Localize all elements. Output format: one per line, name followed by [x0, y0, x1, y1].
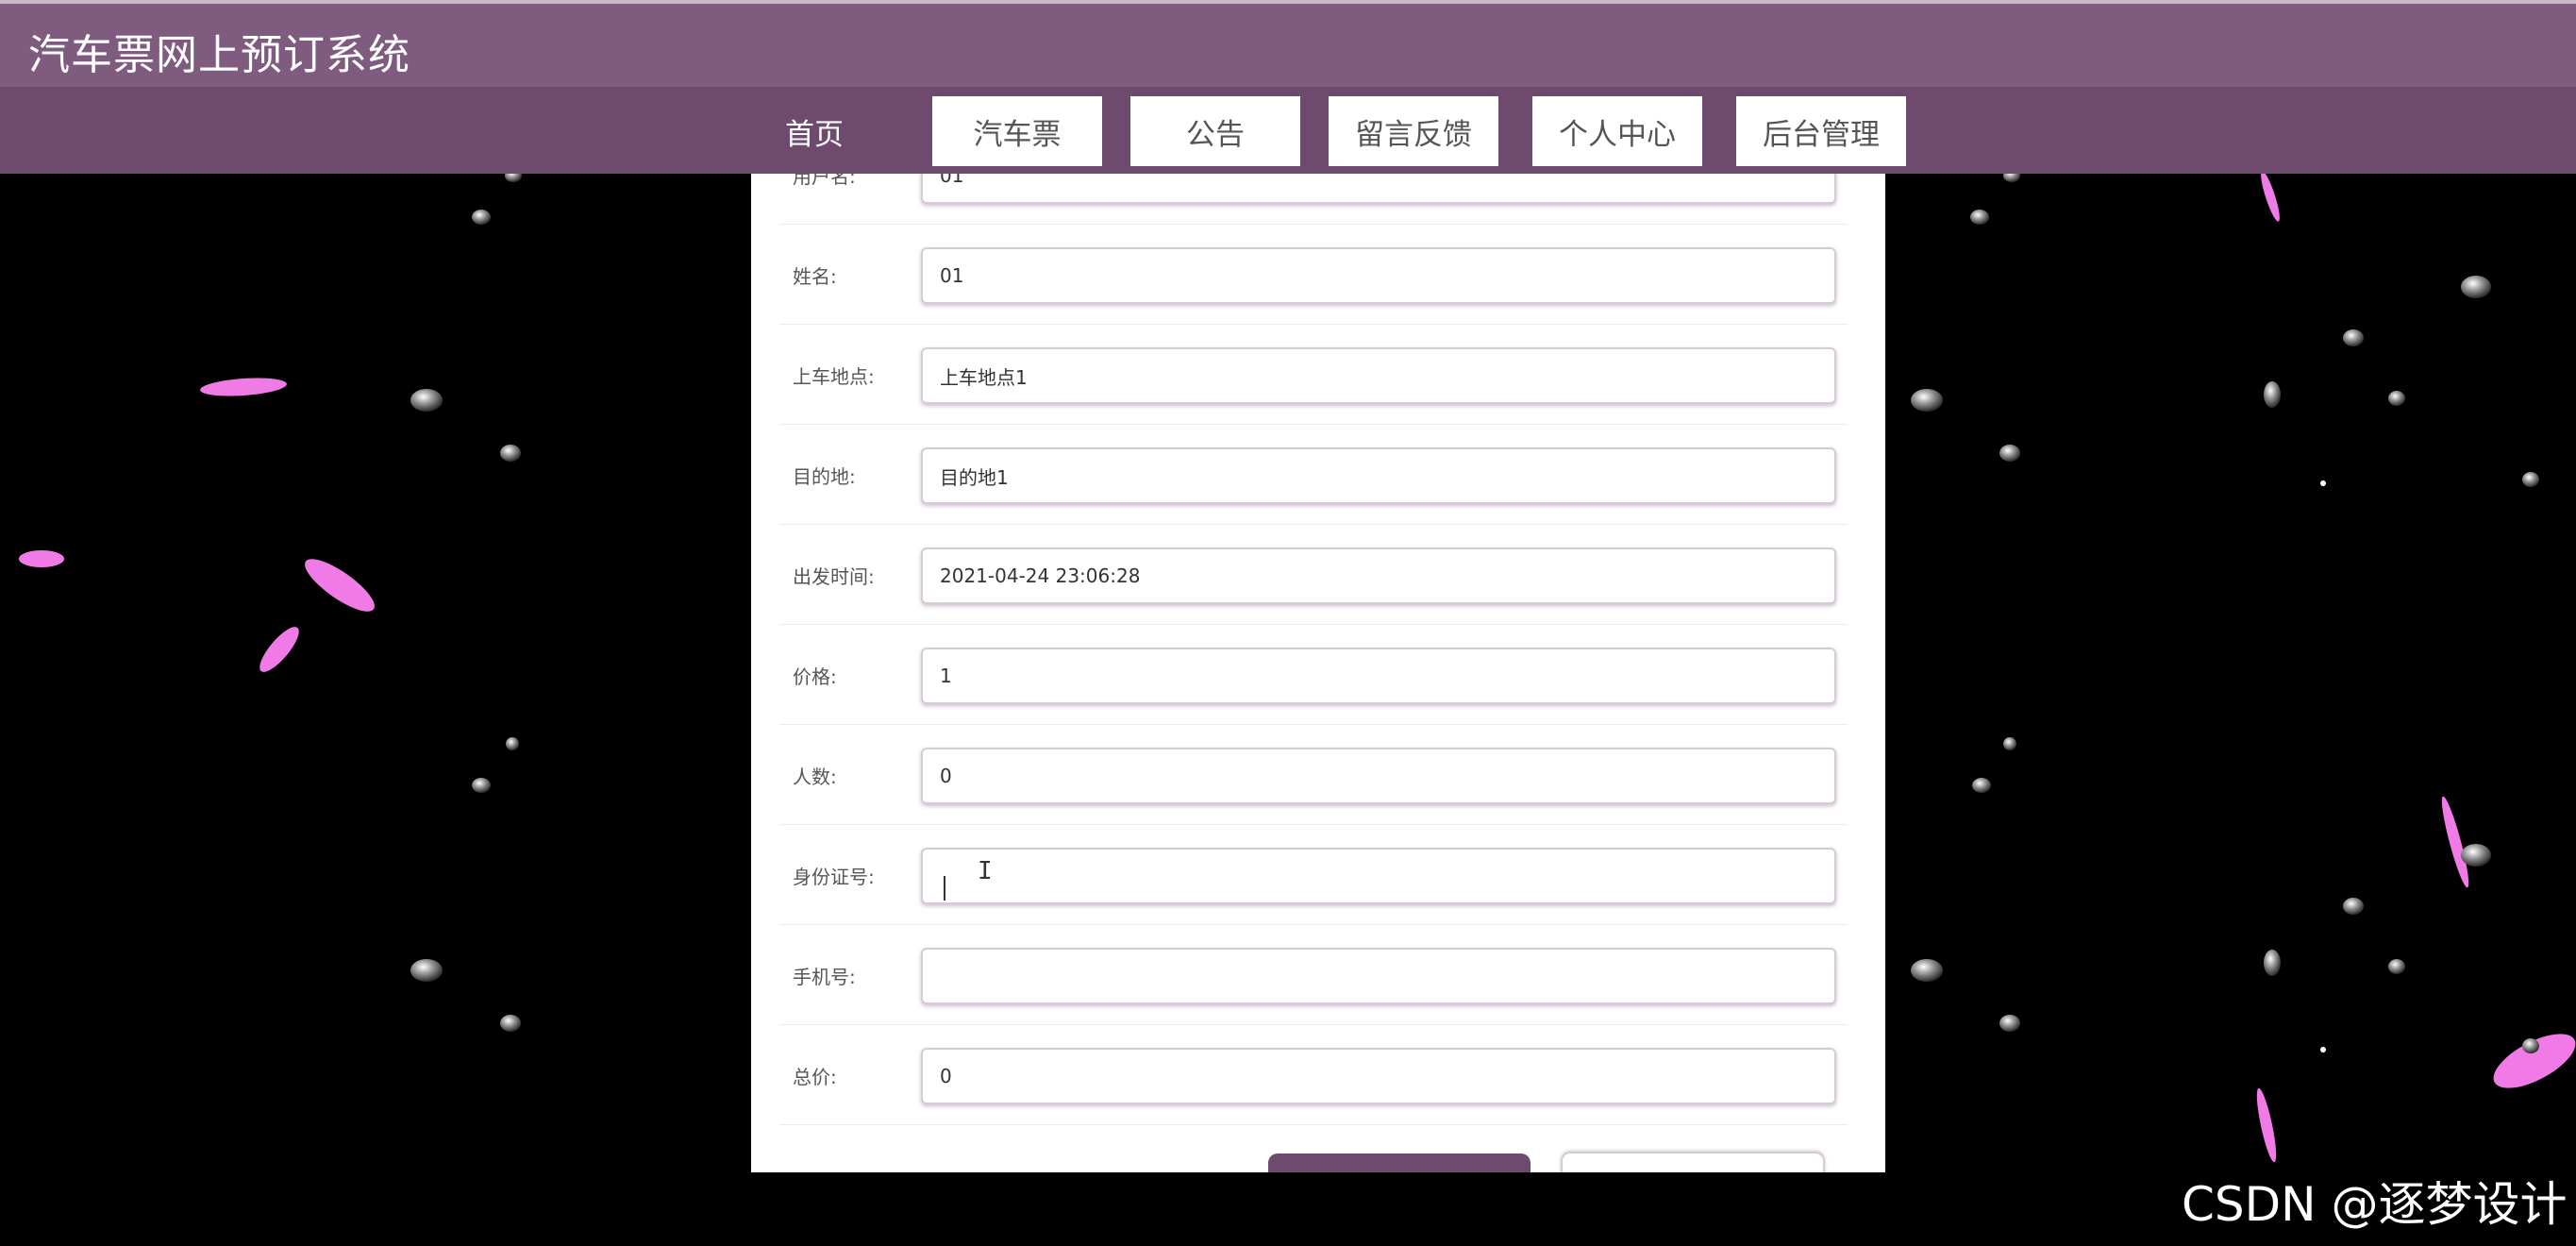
nav-item-announcements[interactable]: 公告: [1130, 96, 1300, 166]
app-title: 汽车票网上预订系统: [28, 31, 410, 79]
form-row-name: 姓名:: [779, 225, 1848, 325]
mouse-ibeam-cursor-icon: I: [978, 857, 993, 885]
main-nav: 首页 汽车票 公告 留言反馈 个人中心 后台管理: [0, 87, 2576, 174]
form-row-price: 价格:: [779, 625, 1848, 725]
water-drop: [2264, 381, 2281, 408]
water-drop: [2343, 898, 2364, 915]
destination-input[interactable]: [921, 447, 1836, 504]
petal: [2441, 796, 2469, 888]
water-drop: [2264, 950, 2281, 976]
water-drop: [500, 445, 521, 462]
petal: [19, 550, 64, 567]
petal: [200, 378, 287, 396]
booking-form-panel: 用户名: 姓名: 上车地点: 目的地: 出发时间: 价格: 人数: 身份证号: …: [751, 174, 1885, 1172]
water-drop: [410, 959, 443, 982]
water-drop: [2003, 737, 2016, 750]
price-label: 价格:: [793, 665, 837, 688]
water-drop: [2388, 391, 2405, 406]
water-drop: [1970, 210, 1989, 225]
reset-button[interactable]: [1561, 1152, 1825, 1172]
water-drop: [2320, 1047, 2326, 1052]
top-border: [0, 0, 2576, 4]
title-bar: 汽车票网上预订系统: [0, 4, 2576, 87]
form-row-boarding-point: 上车地点:: [779, 325, 1848, 425]
nav-item-admin[interactable]: 后台管理: [1736, 96, 1906, 166]
id-number-input[interactable]: [921, 848, 1836, 904]
water-drop: [1999, 445, 2020, 462]
petal: [2493, 1034, 2576, 1088]
name-label: 姓名:: [793, 264, 837, 288]
petal: [259, 627, 299, 672]
passenger-count-input[interactable]: [921, 748, 1836, 804]
total-price-input[interactable]: [921, 1048, 1836, 1104]
petal: [2261, 171, 2280, 222]
water-drop: [2388, 959, 2405, 974]
name-input[interactable]: [921, 247, 1836, 304]
watermark: CSDN @逐梦设计: [2182, 1177, 2568, 1232]
water-drop: [2522, 472, 2539, 487]
price-input[interactable]: [921, 648, 1836, 704]
water-drop: [506, 737, 519, 750]
form-row-total-price: 总价:: [779, 1025, 1848, 1125]
departure-time-label: 出发时间:: [793, 564, 875, 588]
water-drop: [472, 778, 491, 793]
water-drop: [2461, 276, 2491, 298]
phone-label: 手机号:: [793, 965, 856, 988]
id-number-label: 身份证号:: [793, 865, 875, 888]
petal: [305, 559, 375, 612]
form-row-id-number: 身份证号:: [779, 825, 1848, 925]
form-row-phone: 手机号:: [779, 925, 1848, 1025]
petal: [2256, 1087, 2277, 1163]
water-drop: [2522, 1038, 2539, 1053]
water-drop: [1972, 778, 1991, 793]
form-row-passenger-count: 人数:: [779, 725, 1848, 825]
water-drop: [1999, 1015, 2020, 1032]
nav-item-home[interactable]: 首页: [762, 96, 866, 166]
text-caret: [944, 876, 945, 901]
form-row-departure-time: 出发时间:: [779, 525, 1848, 625]
water-drop: [1911, 959, 1943, 982]
water-drop: [500, 1015, 521, 1032]
water-drop: [472, 210, 491, 225]
form-row-username: 用户名:: [779, 174, 1848, 225]
phone-input[interactable]: [921, 948, 1836, 1004]
submit-button[interactable]: [1268, 1153, 1531, 1172]
passenger-count-label: 人数:: [793, 765, 837, 788]
nav-item-feedback[interactable]: 留言反馈: [1329, 96, 1498, 166]
departure-time-input[interactable]: [921, 547, 1836, 604]
water-drop: [2343, 329, 2364, 346]
water-drop: [2320, 480, 2326, 486]
form-row-destination: 目的地:: [779, 425, 1848, 525]
nav-item-user-center[interactable]: 个人中心: [1532, 96, 1702, 166]
water-drop: [1911, 389, 1943, 412]
boarding-point-label: 上车地点:: [793, 364, 875, 388]
destination-label: 目的地:: [793, 464, 856, 488]
boarding-point-input[interactable]: [921, 347, 1836, 404]
water-drop: [410, 389, 443, 412]
username-label: 用户名:: [793, 174, 856, 188]
nav-item-bus-tickets[interactable]: 汽车票: [932, 96, 1102, 166]
username-input[interactable]: [921, 174, 1836, 204]
total-price-label: 总价:: [793, 1065, 837, 1088]
water-drop: [2461, 844, 2491, 867]
